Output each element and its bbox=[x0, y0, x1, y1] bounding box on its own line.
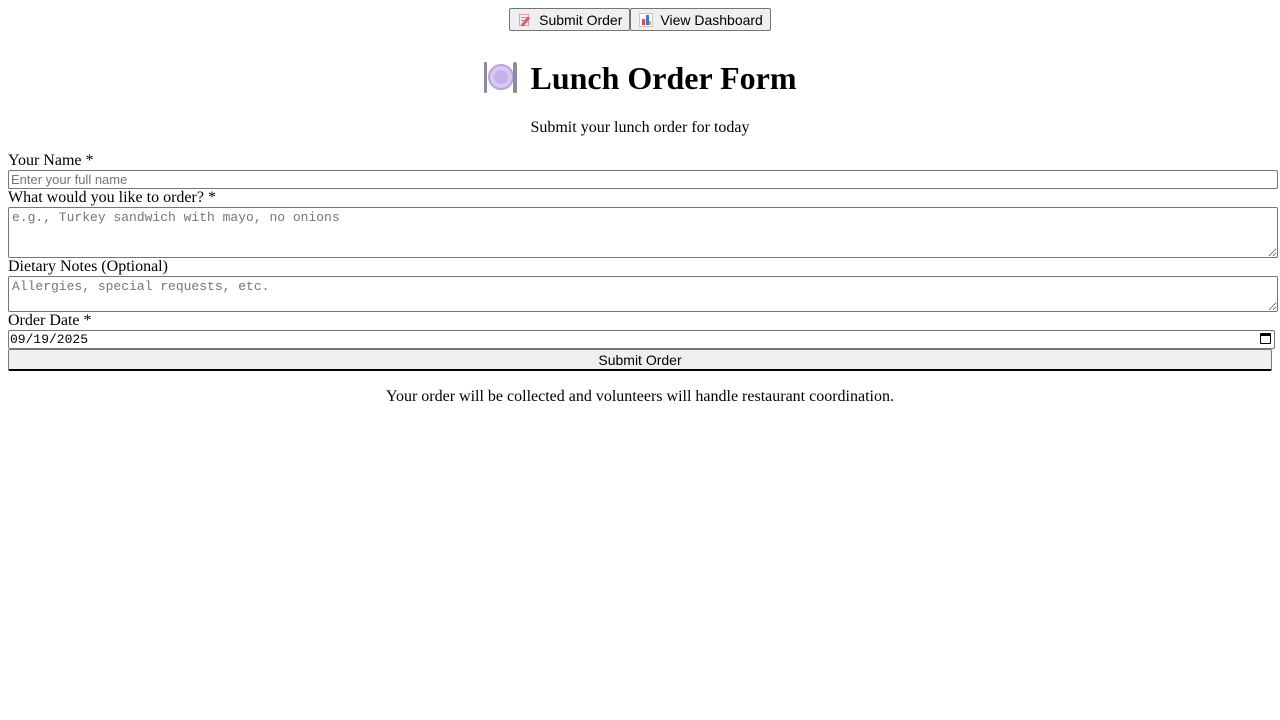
plate-with-cutlery-icon bbox=[483, 62, 518, 94]
nav-view-dashboard-button[interactable]: View Dashboard bbox=[630, 8, 771, 31]
calendar-icon[interactable] bbox=[1260, 333, 1271, 344]
page: Submit Order View Dashboard Lunch Order … bbox=[0, 0, 1280, 407]
submit-order-button[interactable]: Submit Order bbox=[8, 349, 1272, 371]
page-subtitle: Submit your lunch order for today bbox=[530, 119, 750, 136]
page-title: Lunch Order Form bbox=[8, 60, 1272, 96]
top-nav: Submit Order View Dashboard bbox=[8, 8, 1272, 31]
page-title-text: Lunch Order Form bbox=[530, 60, 797, 96]
name-label: Your Name * bbox=[8, 152, 94, 169]
memo-icon bbox=[518, 13, 532, 27]
order-textarea[interactable] bbox=[8, 207, 1278, 258]
order-label: What would you like to order? * bbox=[8, 189, 216, 206]
order-date-value: 09/19/2025 bbox=[10, 332, 89, 347]
order-date-label: Order Date * bbox=[8, 312, 92, 329]
dietary-notes-label: Dietary Notes (Optional) bbox=[8, 258, 168, 275]
footer-note: Your order will be collected and volunte… bbox=[385, 388, 894, 405]
name-input[interactable] bbox=[8, 170, 1278, 189]
nav-view-dashboard-label: View Dashboard bbox=[660, 11, 763, 28]
dietary-notes-textarea[interactable] bbox=[8, 276, 1278, 312]
nav-submit-order-button[interactable]: Submit Order bbox=[509, 8, 631, 31]
nav-submit-order-label: Submit Order bbox=[539, 11, 623, 28]
lunch-order-form: Your Name * What would you like to order… bbox=[8, 152, 1278, 371]
bar-chart-icon bbox=[639, 12, 654, 27]
order-date-input[interactable]: 09/19/2025 bbox=[8, 330, 1275, 349]
